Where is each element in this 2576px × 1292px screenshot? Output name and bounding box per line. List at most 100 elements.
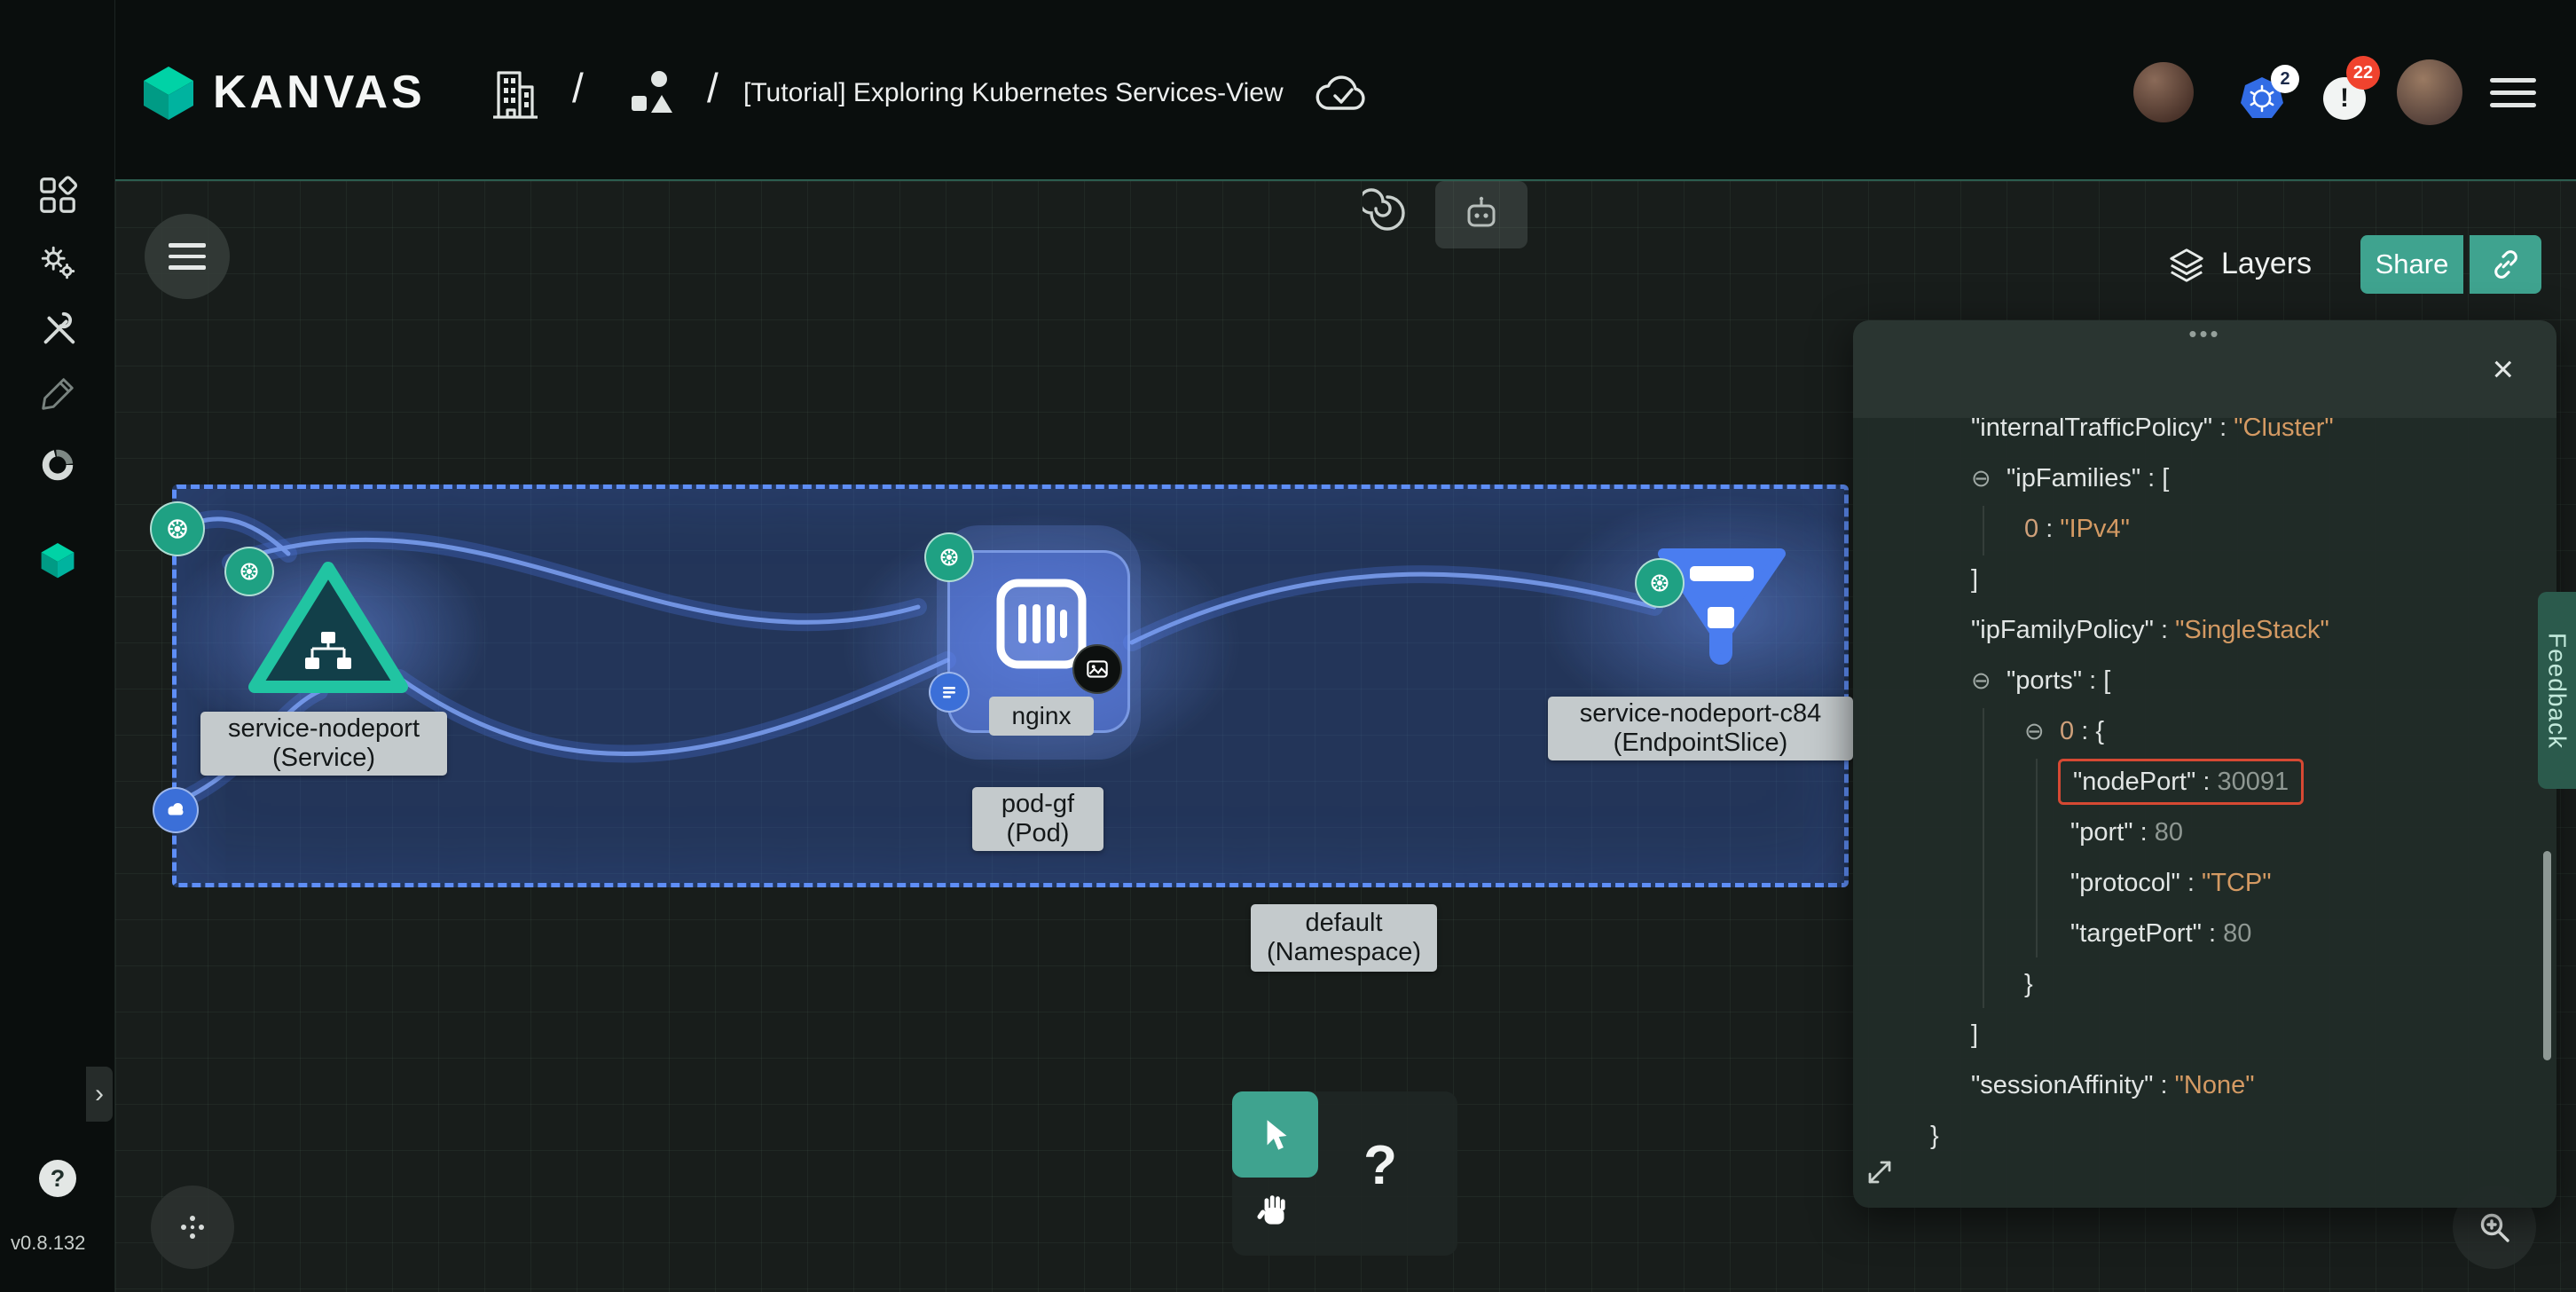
header-menu-icon[interactable]	[2490, 78, 2536, 107]
json-key: "port"	[2070, 818, 2133, 847]
endpointslice-kind: (EndpointSlice)	[1614, 729, 1788, 758]
layers-toggle[interactable]: Layers	[2221, 247, 2312, 281]
magnifier-icon	[2475, 1208, 2514, 1247]
cloud-sync-icon[interactable]	[1311, 73, 1373, 115]
json-colon: :	[2154, 616, 2175, 644]
json-tree: "internalTrafficPolicy" : "Cluster" ⊖"ip…	[1853, 403, 2556, 1162]
canvas-menu-button[interactable]	[145, 214, 230, 299]
json-key: "nodePort"	[2073, 768, 2195, 796]
json-key: "ipFamilyPolicy"	[1971, 616, 2154, 644]
collapse-toggle[interactable]: ⊖	[1971, 656, 2007, 706]
indent-guide	[1983, 708, 1984, 1008]
panel-header: ••• ×	[1853, 320, 2556, 418]
user-avatar[interactable]	[2397, 59, 2462, 125]
json-colon: :	[2202, 919, 2223, 948]
json-value: 30091	[2217, 768, 2289, 796]
json-line: ⊖"ports" : [	[1853, 656, 2556, 706]
json-colon: :	[2180, 869, 2202, 897]
share-button[interactable]: Share	[2360, 235, 2463, 294]
feedback-tab[interactable]: Feedback	[2538, 592, 2576, 789]
link-icon	[2489, 248, 2523, 281]
breadcrumb-separator: /	[707, 64, 719, 112]
sidebar-item-edit[interactable]	[37, 374, 78, 414]
namespace-kind: (Namespace)	[1267, 938, 1421, 967]
notification-alert-icon[interactable]: ! 22	[2323, 77, 2366, 120]
json-line: ⊖0 : {	[1853, 706, 2556, 757]
kubernetes-context-icon[interactable]: 2	[2239, 75, 2285, 122]
designs-icon[interactable]	[625, 67, 675, 121]
kanvas-logo-icon[interactable]	[137, 61, 200, 123]
sidebar-item-kanvas[interactable]	[37, 540, 78, 580]
bot-presence-button[interactable]	[1435, 181, 1528, 248]
collaborator-avatar[interactable]	[2133, 62, 2194, 122]
pan-tool-button[interactable]	[1253, 1191, 1294, 1232]
panel-close-button[interactable]: ×	[2492, 351, 2514, 388]
canvas-help-button[interactable]: ?	[1318, 1134, 1442, 1197]
copy-link-button[interactable]	[2470, 235, 2541, 294]
json-line: "sessionAffinity" : "None"	[1853, 1060, 2556, 1111]
json-colon: :	[2133, 818, 2155, 847]
json-value: "TCP"	[2202, 869, 2272, 897]
pod-label: pod-gf (Pod)	[972, 787, 1103, 851]
endpointslice-label: service-nodeport-c84 (EndpointSlice)	[1548, 697, 1853, 760]
sidebar-item-toolbox[interactable]	[37, 310, 78, 351]
share-label: Share	[2376, 248, 2449, 280]
hand-icon	[1253, 1191, 1294, 1232]
select-tool-button[interactable]	[1232, 1091, 1318, 1178]
namespace-cloud-badge[interactable]	[153, 787, 199, 833]
layers-icon[interactable]	[2167, 245, 2206, 286]
container-label: nginx	[989, 697, 1094, 736]
help-button[interactable]: ?	[39, 1160, 76, 1197]
json-line: "targetPort" : 80	[1853, 909, 2556, 959]
brand-wordmark: KANVAS	[213, 66, 426, 119]
json-colon: :	[2195, 768, 2217, 796]
panel-drag-handle[interactable]: •••	[1853, 320, 2556, 348]
pod-node[interactable]: nginx	[947, 550, 1130, 733]
collapse-toggle[interactable]: ⊖	[1971, 453, 2007, 504]
json-colon: :	[2074, 717, 2095, 745]
json-value: 80	[2223, 919, 2251, 948]
merge-dots-button[interactable]	[151, 1186, 234, 1269]
breadcrumb-separator: /	[572, 64, 584, 112]
namespace-label: default (Namespace)	[1251, 904, 1437, 972]
panel-scrollbar-thumb[interactable]	[2543, 851, 2551, 1060]
endpointslice-name: service-nodeport-c84	[1580, 699, 1821, 729]
json-line: ⊖"ipFamilies" : [	[1853, 453, 2556, 504]
sidebar-item-lifecycle[interactable]	[37, 242, 78, 283]
pod-detail-badge[interactable]	[929, 672, 970, 713]
service-node[interactable]	[244, 554, 412, 705]
json-line: 0 : "IPv4"	[1853, 504, 2556, 555]
json-bracket: ]	[1971, 1020, 1978, 1049]
top-header: KANVAS / / [Tutorial] Exploring Kubernet…	[0, 0, 2576, 181]
json-line: "port" : 80	[1853, 808, 2556, 858]
json-colon: :	[2153, 1071, 2174, 1099]
pod-k8s-badge[interactable]	[924, 532, 974, 582]
organization-icon[interactable]	[488, 64, 541, 121]
service-label: service-nodeport (Service)	[200, 712, 447, 776]
json-bracket: }	[2024, 970, 2033, 998]
sidebar-item-dashboard[interactable]	[37, 175, 78, 216]
json-bracket: [	[2103, 666, 2110, 695]
nodeport-highlight-box: "nodePort" : 30091	[2058, 759, 2304, 805]
namespace-k8s-badge[interactable]	[150, 501, 205, 556]
panel-expand-icon[interactable]	[1864, 1156, 1896, 1188]
pod-image-badge[interactable]	[1072, 644, 1122, 694]
context-count-badge: 2	[2271, 65, 2299, 93]
json-key: "ports"	[2007, 666, 2082, 695]
json-bracket: {	[2095, 717, 2104, 745]
collaborator-cursor-icon[interactable]	[1363, 188, 1412, 238]
json-index: 0	[2060, 717, 2074, 745]
json-line: ]	[1853, 1010, 2556, 1060]
sidebar-expand-chevron[interactable]: ›	[86, 1067, 113, 1122]
pod-name: pod-gf	[1001, 790, 1074, 819]
json-line: }	[1853, 1111, 2556, 1162]
design-title: [Tutorial] Exploring Kubernetes Services…	[743, 78, 1284, 108]
json-colon: :	[2140, 464, 2162, 492]
sidebar-item-analytics[interactable]	[37, 445, 78, 485]
endpointslice-k8s-badge[interactable]	[1635, 558, 1685, 608]
json-line: ]	[1853, 555, 2556, 605]
json-bracket: }	[1930, 1122, 1939, 1150]
collapse-toggle[interactable]: ⊖	[2024, 706, 2060, 757]
json-key: "targetPort"	[2070, 919, 2202, 948]
app-root: KANVAS / / [Tutorial] Exploring Kubernet…	[0, 0, 2576, 1292]
